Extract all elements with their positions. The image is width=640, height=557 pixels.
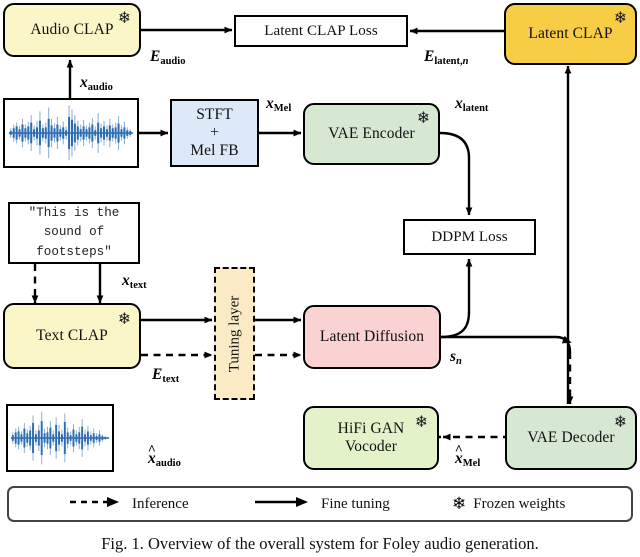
node-latent-clap-loss[interactable]: Latent CLAP Loss [234,15,408,47]
snowflake-icon: ❄ [117,309,132,328]
input-waveform-panel [3,98,139,168]
node-latent-clap[interactable]: Latent CLAP ❄ [504,3,637,65]
edge-label-x-latent: xlatent [455,95,489,114]
snowflake-icon: ❄ [414,412,429,431]
node-vae-encoder[interactable]: VAE Encoder ❄ [303,103,440,165]
snowflake-icon: ❄ [613,8,628,27]
node-text-clap[interactable]: Text CLAP ❄ [3,303,141,369]
node-audio-clap[interactable]: Audio CLAP ❄ [3,3,141,57]
text-prompt-box[interactable]: "This is the sound of footsteps" [8,202,140,264]
node-stft-mel-filterbank[interactable]: STFT + Mel FB [170,99,259,167]
edge-label-x-text: xtext [122,272,147,291]
node-latent-clap-loss-label: Latent CLAP Loss [264,22,378,39]
snowflake-icon: ❄ [452,493,467,514]
node-latent-diffusion[interactable]: Latent Diffusion [303,305,441,369]
input-waveform [8,105,134,161]
legend-label-fine-tuning: Fine tuning [321,495,390,512]
node-latent-clap-label: Latent CLAP [528,25,613,43]
snowflake-icon: ❄ [613,412,628,431]
legend-item-fine-tuning: Fine tuning [254,495,390,513]
figure-canvas: Audio CLAP ❄ Latent CLAP Loss Latent CLA… [0,0,640,557]
node-ddpm-loss-label: DDPM Loss [431,228,508,245]
text-prompt-content: "This is the sound of footsteps" [28,206,120,259]
edge-label-x-hat-audio: ^ xaudio [147,442,181,469]
node-stft-plus: + [210,123,219,141]
node-hifi-gan-vocoder[interactable]: HiFi GAN Vocoder ❄ [303,406,439,470]
legend: Inference Fine tuning ❄ Frozen weights [7,486,633,522]
legend-item-frozen: ❄ Frozen weights [452,493,566,514]
output-waveform-panel [6,404,114,472]
node-ddpm-loss[interactable]: DDPM Loss [403,219,536,255]
edge-label-e-audio: Eaudio [150,48,186,67]
output-waveform [10,411,110,465]
node-latent-diffusion-label: Latent Diffusion [319,328,425,346]
snowflake-icon: ❄ [117,8,132,27]
edge-label-x-mel: xMel [266,95,292,114]
edge-label-e-text: Etext [152,366,180,385]
node-hifi-gan-label: HiFi GAN [337,419,405,437]
node-text-clap-label: Text CLAP [36,327,108,345]
node-stft-label: STFT [196,105,233,123]
node-tuning-layer-label: Tuning layer [226,295,242,372]
legend-label-inference: Inference [132,495,189,512]
snowflake-icon: ❄ [416,108,431,127]
node-vocoder-label: Vocoder [344,438,398,455]
node-tuning-layer[interactable]: Tuning layer [214,267,255,400]
edge-label-x-audio: xaudio [80,74,113,93]
edge-label-s-n: sn [450,348,462,367]
legend-label-frozen: Frozen weights [473,495,566,512]
node-audio-clap-label: Audio CLAP [30,21,114,39]
dashed-arrow-icon [69,495,125,513]
node-vae-decoder[interactable]: VAE Decoder ❄ [505,406,637,470]
legend-item-inference: Inference [69,495,189,513]
node-vae-encoder-label: VAE Encoder [328,125,415,143]
node-mel-fb-label: Mel FB [190,142,239,160]
edge-label-x-hat-mel: ^ xMel [454,442,481,469]
figure-caption: Fig. 1. Overview of the overall system f… [101,534,539,553]
solid-arrow-icon [254,495,314,513]
edge-label-e-latent-n: Elatent,n [424,48,469,67]
node-vae-decoder-label: VAE Decoder [527,429,615,447]
